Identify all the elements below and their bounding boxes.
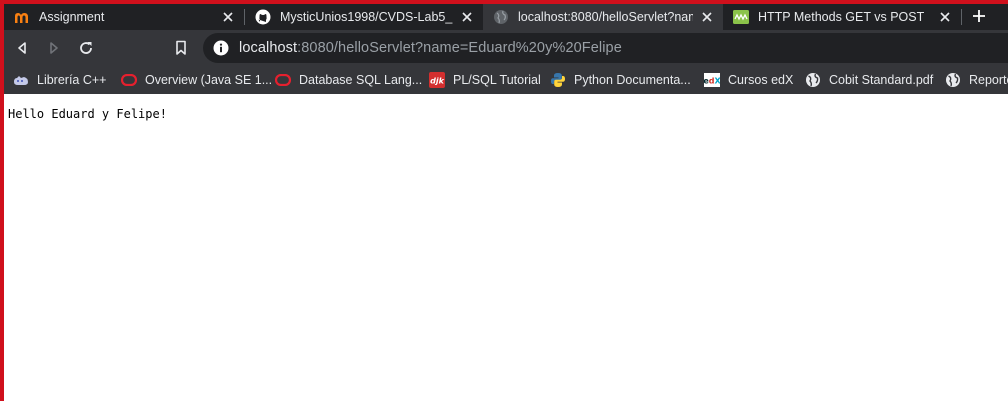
w3schools-icon [733, 9, 749, 25]
browser-toolbar: localhost:8080/helloServlet?name=Eduard%… [0, 30, 1008, 66]
bookmark-icon [176, 40, 186, 55]
bookmark-label: Database SQL Lang... [299, 73, 423, 87]
bookmark-label: Python Documenta... [574, 73, 691, 87]
globe-icon [945, 72, 961, 88]
window-frame-left [0, 0, 4, 401]
bookmarks-bar: Librería C++ Overview (Java SE 1... Data… [0, 66, 1008, 94]
github-icon [255, 9, 271, 25]
close-icon[interactable] [937, 9, 953, 25]
url-host: localhost [239, 40, 298, 56]
back-arrow-icon [18, 42, 26, 54]
oracle-icon [275, 72, 291, 88]
bookmark-label: Reporte [969, 73, 1008, 87]
tab-assignment[interactable]: Assignment [4, 4, 244, 30]
globe-icon [805, 72, 821, 88]
tab-github[interactable]: MysticUnios1998/CVDS-Lab5_MCV [245, 4, 483, 30]
bookmark-reporte[interactable]: Reporte [945, 69, 1008, 91]
svg-text:edX: edX [704, 77, 720, 86]
bookmark-java-overview[interactable]: Overview (Java SE 1... [121, 69, 272, 91]
bookmark-label: Cobit Standard.pdf [829, 73, 934, 87]
tab-separator [961, 9, 962, 25]
bookmark-label: Librería C++ [37, 73, 107, 87]
servlet-response-text: Hello Eduard y Felipe! [8, 107, 167, 121]
tab-title: MysticUnios1998/CVDS-Lab5_MCV [280, 10, 453, 24]
forward-button[interactable] [42, 36, 66, 60]
tab-title: Assignment [39, 10, 105, 24]
close-icon[interactable] [220, 9, 236, 25]
tab-localhost[interactable]: localhost:8080/helloServlet?name= [483, 4, 723, 30]
window-frame-top [0, 0, 1008, 4]
bookmark-database-sql[interactable]: Database SQL Lang... [275, 69, 422, 91]
forward-arrow-icon [50, 42, 58, 54]
cpp-icon [13, 72, 29, 88]
reload-button[interactable] [74, 36, 98, 60]
info-icon[interactable] [213, 40, 229, 56]
tab-title: localhost:8080/helloServlet?name= [518, 10, 693, 24]
bookmark-plsql-tutorial[interactable]: djk PL/SQL Tutorial [429, 69, 541, 91]
close-icon[interactable] [699, 9, 715, 25]
bookmark-label: Cursos edX [728, 73, 794, 87]
globe-icon [493, 9, 509, 25]
url-path: :8080/helloServlet?name=Eduard%20y%20Fel… [297, 40, 622, 56]
tab-w3schools[interactable]: HTTP Methods GET vs POST [723, 4, 961, 30]
plus-icon [973, 10, 985, 22]
page-content: Hello Eduard y Felipe! [0, 94, 1008, 401]
new-tab-button[interactable] [968, 6, 990, 26]
url-text: localhost:8080/helloServlet?name=Eduard%… [239, 40, 622, 56]
address-bar[interactable]: localhost:8080/helloServlet?name=Eduard%… [203, 33, 1008, 63]
bookmark-libreria-cpp[interactable]: Librería C++ [13, 69, 106, 91]
edx-icon: edX [704, 72, 720, 88]
bookmark-python-docs[interactable]: Python Documenta... [550, 69, 691, 91]
moodle-icon [14, 9, 30, 25]
bookmark-button[interactable] [169, 36, 193, 60]
bookmark-cobit-standard[interactable]: Cobit Standard.pdf [805, 69, 933, 91]
djk-icon: djk [429, 72, 445, 88]
tab-title: HTTP Methods GET vs POST [758, 10, 925, 24]
bookmark-label: PL/SQL Tutorial [453, 73, 541, 87]
close-icon[interactable] [459, 9, 475, 25]
tab-strip: Assignment MysticUnios1998/CVDS-Lab5_MCV… [0, 0, 1008, 30]
bookmark-label: Overview (Java SE 1... [145, 73, 273, 87]
reload-icon [80, 42, 92, 54]
svg-text:djk: djk [430, 77, 444, 86]
python-icon [550, 72, 566, 88]
oracle-icon [121, 72, 137, 88]
bookmark-cursos-edx[interactable]: edX Cursos edX [704, 69, 793, 91]
back-button[interactable] [10, 36, 34, 60]
